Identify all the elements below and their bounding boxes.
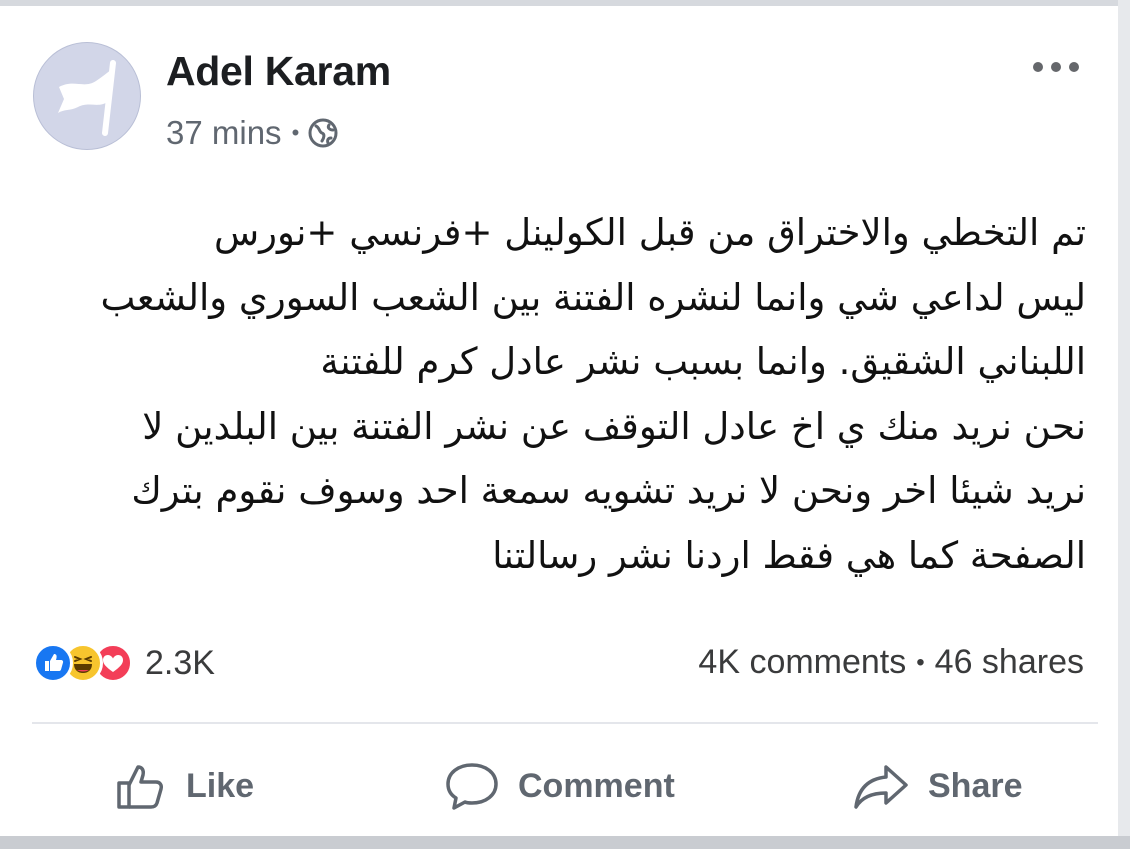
- bottom-strip: [0, 836, 1130, 849]
- post-body-line: الصفحة كما هي فقط اردنا نشر رسالتنا: [492, 533, 1086, 577]
- post-body-line: اللبناني الشقيق. وانما بسبب نشر عادل كرم…: [320, 340, 1086, 383]
- reactions-summary[interactable]: 2.3K: [33, 643, 215, 683]
- meta-separator: •: [291, 120, 300, 145]
- avatar[interactable]: [33, 42, 141, 150]
- post-body-line: ليس لداعي شي وانما لنشره الفتنة بين الشع…: [100, 275, 1086, 319]
- post-stats: 4K comments • 46 shares: [698, 643, 1084, 682]
- post-body-line: تم التخطي والاختراق من قبل الكولينل +فرن…: [213, 211, 1086, 254]
- author-name[interactable]: Adel Karam: [166, 48, 391, 95]
- comments-count[interactable]: 4K comments: [698, 643, 906, 682]
- comment-label: Comment: [518, 766, 675, 805]
- like-label: Like: [186, 766, 255, 805]
- post-body-line: نريد شيئا اخر ونحن لا نريد تشويه سمعة اح…: [131, 469, 1086, 512]
- comment-icon: [446, 763, 498, 810]
- comment-button[interactable]: Comment: [444, 758, 675, 814]
- post-meta: 37 mins •: [166, 114, 339, 152]
- globe-icon: [307, 117, 339, 149]
- like-button[interactable]: Like: [114, 758, 254, 814]
- post-timestamp[interactable]: 37 mins: [166, 114, 282, 152]
- right-edge: [1118, 0, 1130, 849]
- reaction-count: 2.3K: [145, 643, 215, 682]
- divider: [32, 722, 1098, 724]
- share-arrow-icon: [854, 765, 908, 809]
- like-reaction-icon: [33, 643, 73, 683]
- share-button[interactable]: Share: [852, 758, 1023, 814]
- post-card: Adel Karam 37 mins • تم التخطي والاختراق…: [0, 6, 1118, 836]
- flag-icon: [58, 60, 116, 136]
- share-label: Share: [928, 766, 1023, 805]
- thumbs-up-icon: [117, 765, 163, 809]
- stats-separator: •: [916, 648, 925, 676]
- post-body: تم التخطي والاختراق من قبل الكولينل +فرن…: [26, 201, 1086, 588]
- more-options-icon[interactable]: [1033, 58, 1079, 76]
- post-body-line: نحن نريد منك ي اخ عادل التوقف عن نشر الف…: [142, 404, 1086, 448]
- shares-count[interactable]: 46 shares: [935, 643, 1084, 682]
